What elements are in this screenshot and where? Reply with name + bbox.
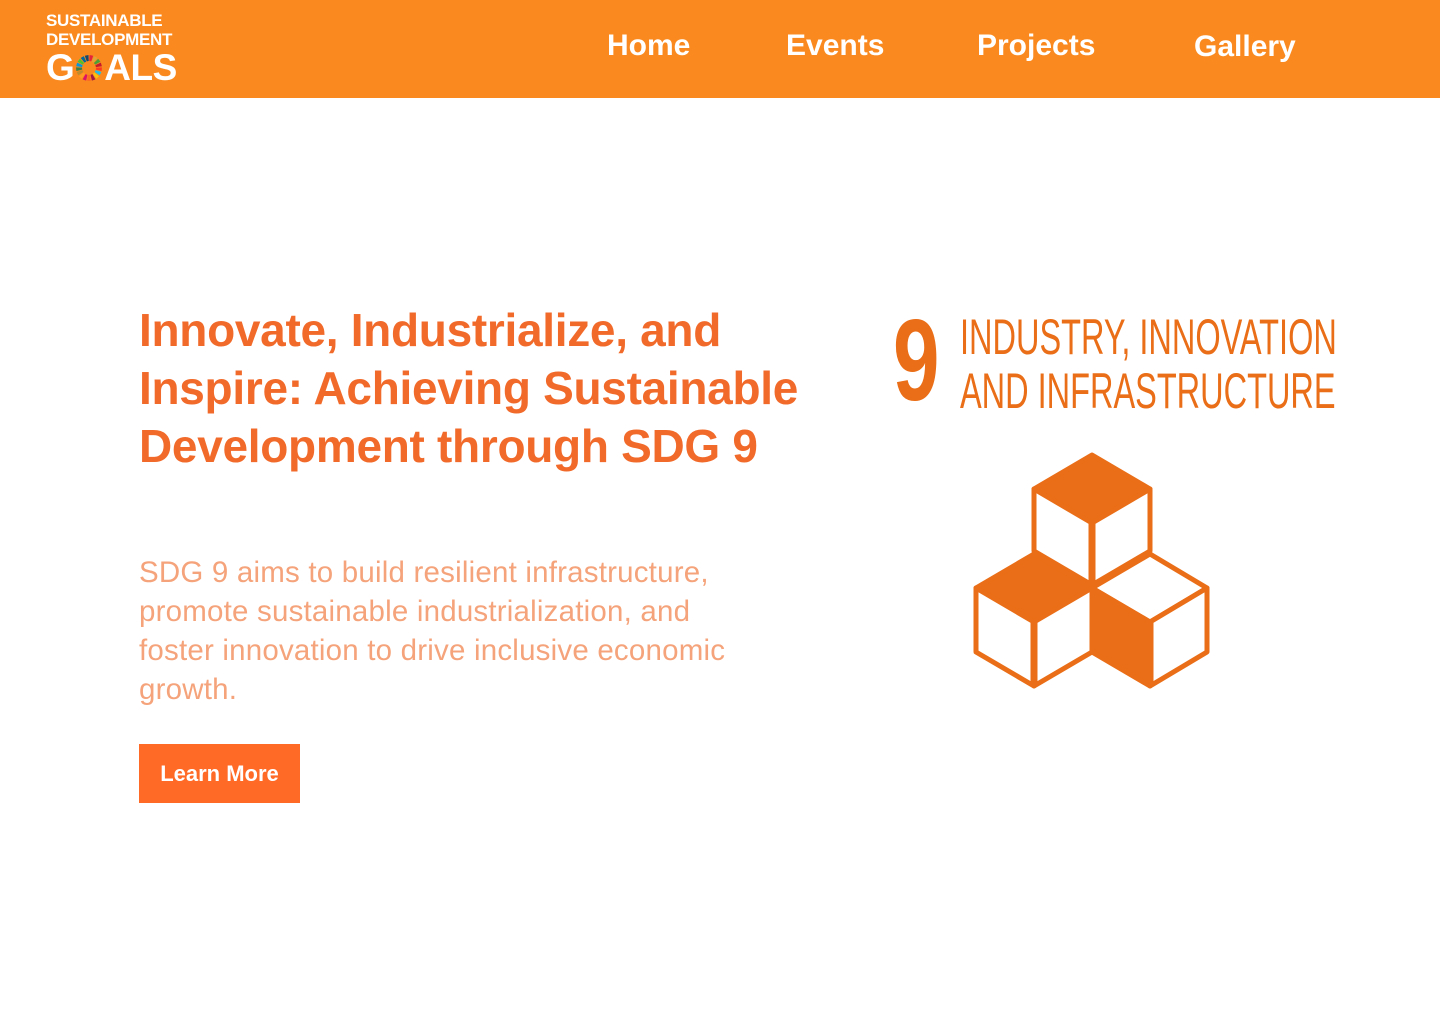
sdg-goal-number: 9 [893, 295, 940, 425]
logo-letters-als: ALS [104, 47, 177, 88]
nav-events-link[interactable]: Events [786, 28, 884, 64]
sdg-goal-title-line-2: AND INFRASTRUCTURE [960, 363, 1336, 419]
hero-description: SDG 9 aims to build resilient infrastruc… [139, 556, 726, 706]
nav-home-link[interactable]: Home [607, 28, 690, 64]
top-navbar: SUSTAINABLE DEVELOPMENT G ALS Home Event… [0, 0, 1440, 98]
logo-goals: G ALS [46, 47, 206, 88]
nav-gallery-link[interactable]: Gallery [1194, 29, 1296, 65]
sdg-logo[interactable]: SUSTAINABLE DEVELOPMENT G ALS [46, 11, 206, 87]
wheel-segment [87, 74, 92, 81]
stacked-cubes-icon [973, 452, 1210, 689]
sdg-goal-title-line-1: INDUSTRY, INNOVATION [960, 309, 1337, 365]
sdg-goal-title: INDUSTRY, INNOVATION AND INFRASTRUCTURE [960, 309, 1337, 419]
hero-title: Innovate, Industrialize, and Inspire: Ac… [139, 304, 799, 472]
nav-projects-link[interactable]: Projects [977, 28, 1095, 64]
wheel-segment [96, 67, 103, 72]
learn-more-button[interactable]: Learn More [139, 744, 300, 803]
logo-letter-g: G [46, 47, 75, 88]
wheel-segment [76, 67, 83, 72]
logo-line-1: SUSTAINABLE [46, 11, 163, 30]
sdg-color-wheel-icon [76, 55, 103, 81]
